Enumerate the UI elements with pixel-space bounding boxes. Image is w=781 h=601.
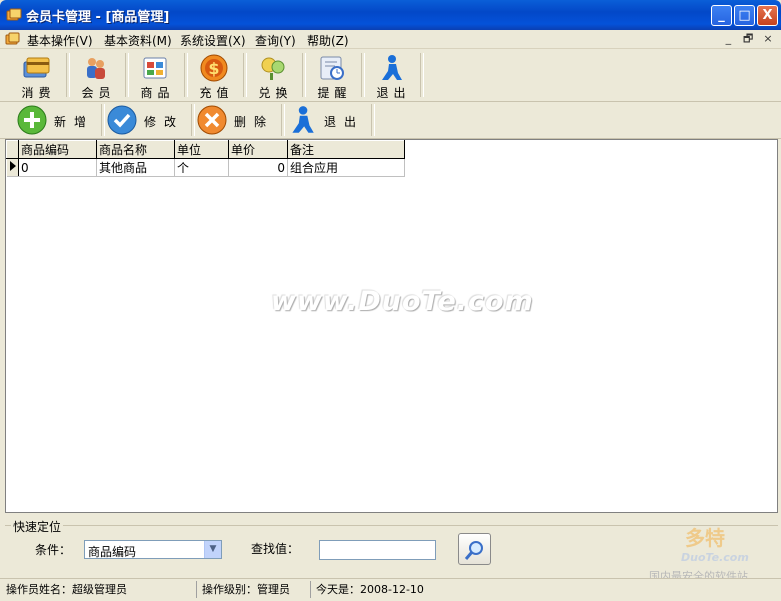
toolbar-separator xyxy=(281,104,285,136)
table-row[interactable]: 0 其他商品 个 0 组合应用 xyxy=(6,158,405,177)
action-toolbar: 新增 修改 删除 退出 xyxy=(0,102,781,139)
members-icon xyxy=(87,58,105,79)
group-legend: 快速定位 xyxy=(11,518,64,535)
column-header[interactable]: 单价 xyxy=(228,140,288,159)
date-status: 今天是：2008-12-10 xyxy=(316,583,424,596)
search-button[interactable] xyxy=(458,533,491,565)
menu-basic-data[interactable]: 基本资料(M) xyxy=(104,32,172,49)
exchange-icon xyxy=(261,57,285,80)
title-bar[interactable]: 会员卡管理 - [商品管理] _ □ X xyxy=(0,0,781,30)
consume-label: 消费 xyxy=(21,86,56,100)
toolbar-separator xyxy=(101,104,105,136)
table-cell[interactable]: 组合应用 xyxy=(287,158,405,177)
goods-label: 商品 xyxy=(140,86,175,100)
exit-action-label: 退出 xyxy=(324,115,365,129)
column-header[interactable]: 商品编码 xyxy=(18,140,97,159)
reminder-button[interactable]: 提醒 xyxy=(304,51,360,100)
recharge-button[interactable]: $ 充值 xyxy=(186,51,242,100)
table-cell[interactable]: 0 xyxy=(228,158,288,177)
toolbar-separator xyxy=(420,53,424,97)
document-icon xyxy=(5,32,20,45)
menu-settings[interactable]: 系统设置(X) xyxy=(180,32,246,49)
consume-button[interactable]: 消费 xyxy=(8,51,64,100)
level-status: 操作级别：管理员 xyxy=(198,581,311,598)
members-button[interactable]: 会员 xyxy=(68,51,124,100)
delete-icon xyxy=(197,105,227,135)
add-button[interactable]: 新增 xyxy=(16,104,101,136)
mdi-restore-button[interactable]: 🗗 xyxy=(741,32,755,46)
find-label: 查找值： xyxy=(251,542,300,556)
condition-value: 商品编码 xyxy=(88,545,137,559)
logo-subtitle: DuoTe.com xyxy=(681,551,749,564)
goods-button[interactable]: 商品 xyxy=(127,51,183,100)
menu-bar: 基本操作(V) 基本资料(M) 系统设置(X) 查询(Y) 帮助(Z) _ 🗗 … xyxy=(0,30,781,49)
column-header[interactable]: 备注 xyxy=(287,140,405,159)
mdi-minimize-button[interactable]: _ xyxy=(721,32,735,46)
search-icon xyxy=(464,541,483,560)
current-row-indicator xyxy=(6,158,19,177)
exit-icon xyxy=(292,106,314,133)
mdi-close-button[interactable]: × xyxy=(761,32,775,46)
column-header[interactable]: 商品名称 xyxy=(96,140,175,159)
table-cell[interactable]: 0 xyxy=(18,158,97,177)
row-indicator-header xyxy=(6,140,19,159)
edit-label: 修改 xyxy=(144,115,185,129)
table-header-row: 商品编码 商品名称 单位 单价 备注 xyxy=(6,140,405,159)
close-button[interactable]: X xyxy=(757,5,778,26)
edit-icon xyxy=(107,105,137,135)
exit-button[interactable]: 退出 xyxy=(363,51,419,100)
exit-icon xyxy=(382,55,402,80)
table-cell[interactable]: 个 xyxy=(174,158,229,177)
recharge-icon: $ xyxy=(200,54,228,82)
svg-text:$: $ xyxy=(208,59,219,78)
recharge-label: 充值 xyxy=(199,86,234,100)
members-label: 会员 xyxy=(81,86,116,100)
menu-query[interactable]: 查询(Y) xyxy=(255,32,296,49)
find-value-input[interactable] xyxy=(319,540,436,560)
add-label: 新增 xyxy=(54,115,95,129)
delete-label: 删除 xyxy=(234,115,275,129)
reminder-label: 提醒 xyxy=(317,86,352,100)
minimize-button[interactable]: _ xyxy=(711,5,732,26)
reminder-icon xyxy=(320,56,344,80)
edit-button[interactable]: 修改 xyxy=(106,104,191,136)
chevron-down-icon[interactable]: ▼ xyxy=(204,541,221,558)
add-icon xyxy=(17,105,47,135)
site-logo: 多特 DuoTe.com 国内最安全的软件站 xyxy=(645,522,779,583)
toolbar-separator xyxy=(371,104,375,136)
app-icon xyxy=(6,8,22,21)
goods-grid[interactable]: 商品编码 商品名称 单位 单价 备注 0 其他商品 个 0 组合应用 www.D… xyxy=(5,139,778,513)
window-title: 会员卡管理 - [商品管理] xyxy=(26,10,170,25)
card-icon xyxy=(23,57,50,78)
status-bar: 操作员姓名：超级管理员 操作级别：管理员 今天是：2008-12-10 xyxy=(0,578,781,601)
maximize-button[interactable]: □ xyxy=(734,5,755,26)
exchange-label: 兑换 xyxy=(258,86,293,100)
logo-title: 多特 xyxy=(685,526,725,550)
table-cell[interactable]: 其他商品 xyxy=(96,158,175,177)
condition-select[interactable]: 商品编码 ▼ xyxy=(84,540,222,559)
watermark: www.DuoTe.com xyxy=(271,286,534,317)
goods-table: 商品编码 商品名称 单位 单价 备注 0 其他商品 个 0 组合应用 xyxy=(6,140,405,177)
exit-action-button[interactable]: 退出 xyxy=(286,104,371,136)
exchange-button[interactable]: 兑换 xyxy=(245,51,301,100)
exit-label: 退出 xyxy=(376,86,411,100)
main-toolbar: 消费 会员 商品 $ 充值 兑换 提醒 退出 xyxy=(0,49,781,102)
toolbar-separator xyxy=(191,104,195,136)
menu-basic-ops[interactable]: 基本操作(V) xyxy=(27,32,93,49)
condition-label: 条件： xyxy=(35,543,72,557)
delete-button[interactable]: 删除 xyxy=(196,104,281,136)
menu-help[interactable]: 帮助(Z) xyxy=(307,32,349,49)
column-header[interactable]: 单位 xyxy=(174,140,229,159)
operator-status: 操作员姓名：超级管理员 xyxy=(2,581,197,598)
goods-icon xyxy=(143,57,167,79)
